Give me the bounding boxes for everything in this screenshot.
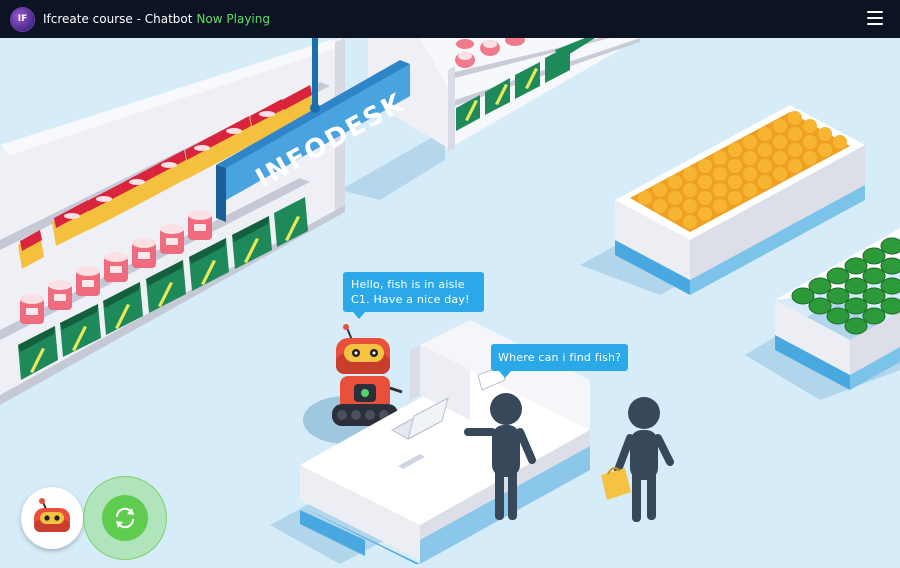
- logo-text: IF: [17, 14, 28, 24]
- user-message-bubble: Where can i find fish?: [491, 344, 629, 378]
- refresh-icon: [102, 495, 148, 541]
- orange-display: [615, 105, 865, 295]
- left-shelf: [0, 38, 345, 405]
- hamburger-icon[interactable]: [867, 11, 883, 25]
- robot-avatar-button[interactable]: [21, 487, 83, 549]
- course-title: Ifcreate course - Chatbot: [43, 12, 193, 26]
- bubble-tail: [353, 312, 365, 319]
- ifcreate-logo[interactable]: IF: [11, 7, 34, 31]
- bot-message-text: Hello, fish is in aisle C1. Have a nice …: [351, 278, 470, 306]
- user-message-text: Where can i find fish?: [498, 351, 622, 364]
- now-playing-status: Now Playing: [196, 12, 270, 26]
- bubble-tail: [499, 371, 511, 378]
- robot-assistant: [332, 324, 403, 426]
- bot-message-bubble: Hello, fish is in aisle C1. Have a nice …: [343, 272, 484, 319]
- robot-icon: [34, 498, 70, 532]
- top-bar: IF Ifcreate course - Chatbot Now Playing: [0, 0, 900, 38]
- customer-with-bag: [601, 397, 674, 522]
- restart-button[interactable]: [83, 476, 167, 560]
